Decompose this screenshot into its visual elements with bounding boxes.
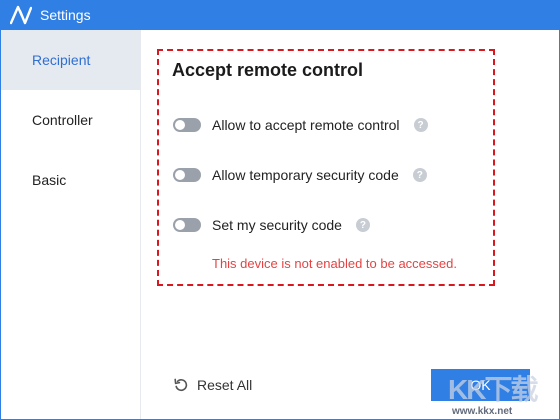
toggle-knob	[175, 170, 185, 180]
question-circle-icon[interactable]: ?	[355, 218, 370, 232]
toggle-knob	[175, 120, 185, 130]
sidebar-item-basic[interactable]: Basic	[1, 150, 140, 210]
accept-remote-control-toggle[interactable]	[173, 118, 201, 132]
option-label: Set my security code	[212, 217, 342, 233]
app-logo-icon	[10, 5, 32, 25]
section-title: Accept remote control	[172, 60, 364, 80]
toggle-knob	[175, 220, 185, 230]
settings-window-body: Recipient Controller Basic Accept remote…	[0, 30, 560, 420]
sidebar-item-controller[interactable]: Controller	[1, 90, 140, 150]
settings-content: Accept remote control Allow to accept re…	[141, 30, 559, 419]
sidebar: Recipient Controller Basic	[1, 30, 141, 419]
option-label: Allow temporary security code	[212, 167, 399, 183]
option-label: Allow to accept remote control	[212, 117, 400, 133]
warning-message: This device is not enabled to be accesse…	[212, 256, 457, 271]
title-bar: Settings	[0, 0, 560, 30]
reset-icon	[174, 378, 188, 392]
question-circle-icon[interactable]: ?	[412, 168, 427, 182]
window-title: Settings	[40, 7, 91, 23]
watermark: KK下载 www.kkx.net	[448, 368, 558, 420]
temporary-security-code-toggle[interactable]	[173, 168, 201, 182]
reset-all-label: Reset All	[197, 377, 253, 393]
option-temporary-security-code: Allow temporary security code ?	[173, 165, 427, 185]
option-accept-remote-control: Allow to accept remote control ?	[173, 115, 428, 135]
watermark-url: www.kkx.net	[452, 406, 513, 417]
sidebar-item-recipient[interactable]: Recipient	[1, 30, 140, 90]
reset-all-button[interactable]: Reset All	[173, 374, 252, 396]
watermark-logo: KK下载	[448, 374, 538, 405]
set-security-code-toggle[interactable]	[173, 218, 201, 232]
question-circle-icon[interactable]: ?	[413, 118, 428, 132]
option-set-security-code: Set my security code ?	[173, 215, 370, 235]
